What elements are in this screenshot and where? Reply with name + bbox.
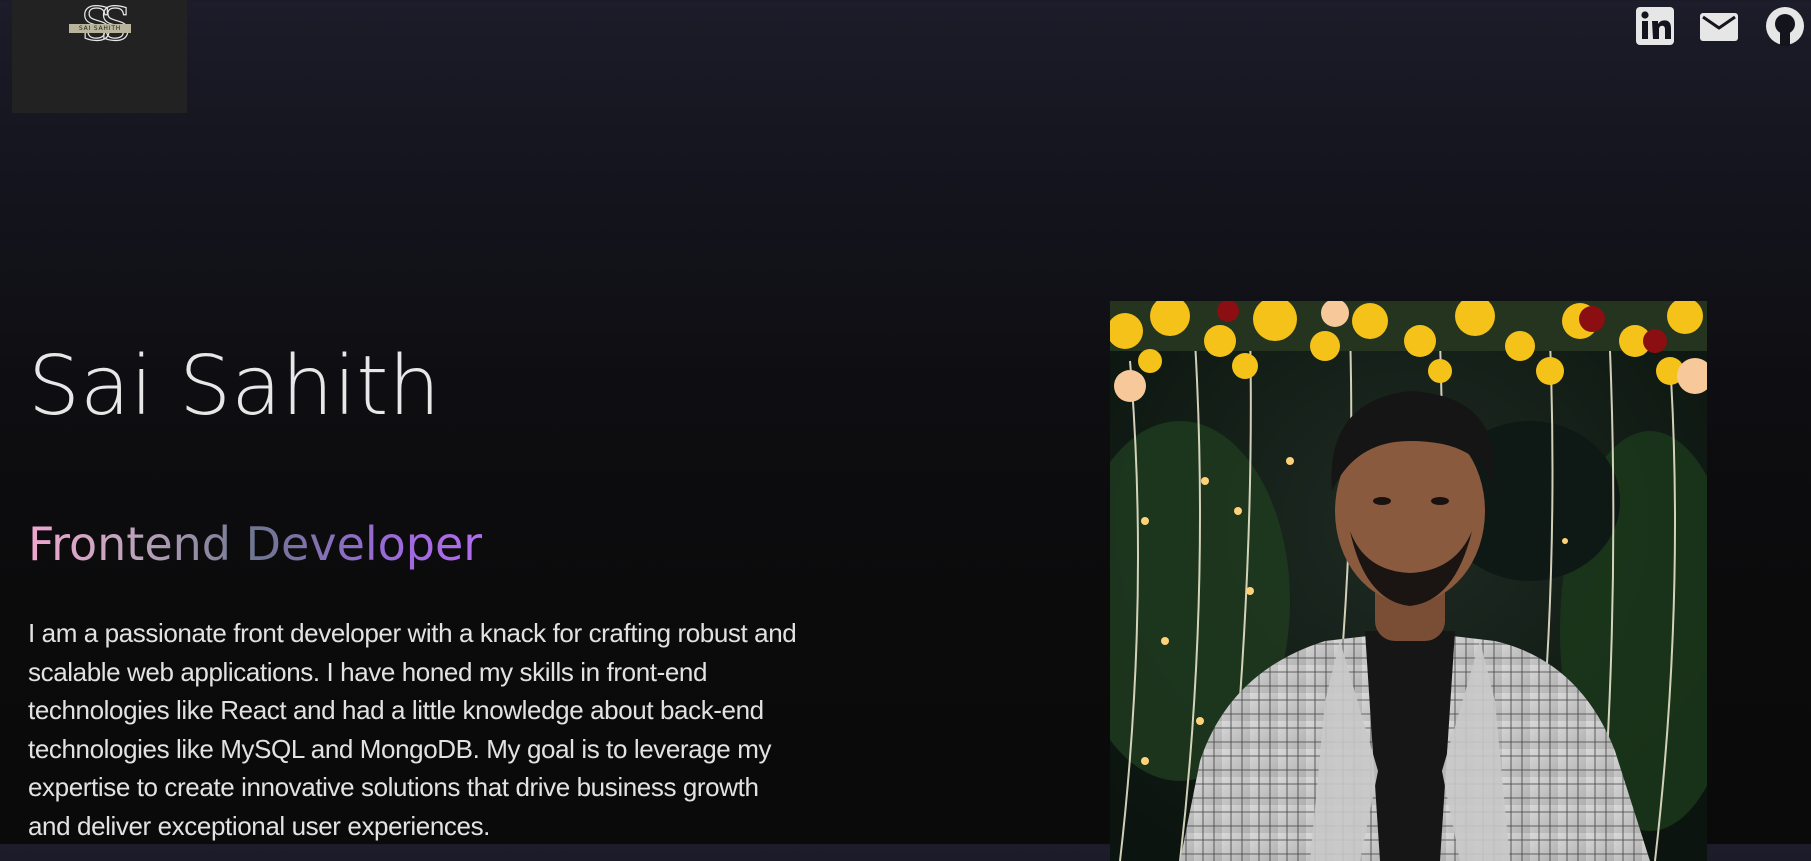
github-link[interactable] (1763, 4, 1807, 48)
profile-photo-illustration (1110, 301, 1707, 861)
hero-name: Sai Sahith (28, 339, 441, 434)
hero-role: Frontend Developer (28, 512, 482, 576)
logo-wordmark: SAI SAHITH (69, 24, 131, 33)
mail-icon (1700, 13, 1738, 41)
github-icon (1766, 7, 1804, 46)
email-link[interactable] (1697, 4, 1741, 48)
site-logo[interactable]: SS SAI SAHITH (12, 0, 187, 113)
social-links (1611, 0, 1811, 52)
linkedin-icon (1636, 7, 1674, 45)
profile-photo (1110, 301, 1707, 861)
hero-bio: I am a passionate front developer with a… (28, 618, 797, 841)
linkedin-link[interactable] (1633, 4, 1677, 48)
